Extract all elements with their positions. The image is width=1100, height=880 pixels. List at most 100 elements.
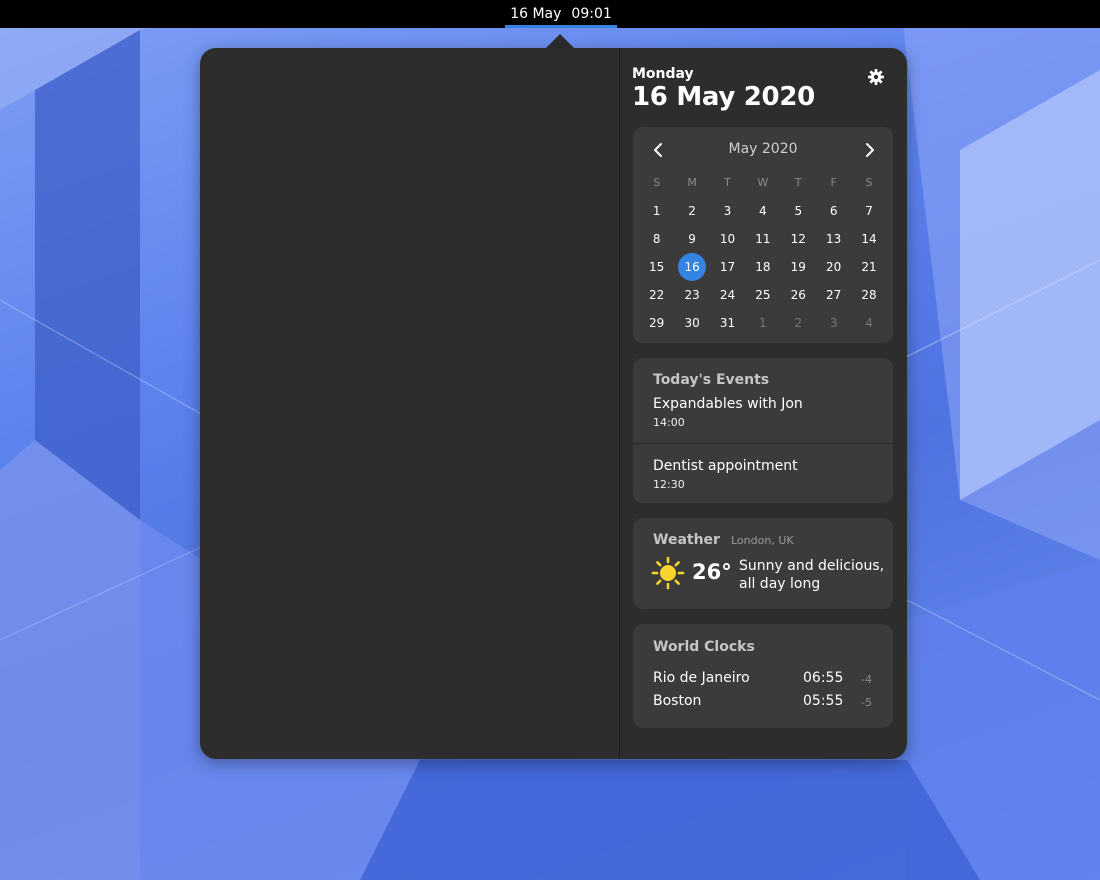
calendar-day-number: 25 <box>755 288 771 302</box>
calendar-day[interactable]: 15 <box>639 253 674 281</box>
notification-list <box>200 48 619 759</box>
calendar-day[interactable]: 26 <box>781 281 816 309</box>
calendar-day-number: 9 <box>688 232 696 246</box>
calendar-popover: Monday 16 May 2020 May 2020 S M T W T F … <box>200 48 907 759</box>
calendar-day-number: 18 <box>755 260 771 274</box>
calendar-day[interactable]: 12 <box>781 225 816 253</box>
calendar-day[interactable]: 3 <box>816 309 851 337</box>
calendar-day[interactable]: 6 <box>816 197 851 225</box>
calendar-day[interactable]: 4 <box>745 197 780 225</box>
calendar-day[interactable]: 9 <box>674 225 709 253</box>
calendar-day[interactable]: 14 <box>851 225 886 253</box>
weather-temperature: 26° <box>692 560 732 584</box>
calendar-day-number: 24 <box>719 288 736 302</box>
calendar-day-number: 31 <box>719 316 736 330</box>
calendar-day-number: 10 <box>719 232 736 246</box>
active-indicator <box>505 25 617 28</box>
calendar-day[interactable]: 31 <box>710 309 745 337</box>
calendar-month-label[interactable]: May 2020 <box>633 141 893 157</box>
calendar-day[interactable]: 4 <box>851 309 886 337</box>
calendar-week-row: 15 16 17 18 19 20 21 <box>639 253 887 281</box>
calendar-day-number: 8 <box>652 232 661 246</box>
weather-location: London, UK <box>731 534 794 547</box>
weekday-header: W <box>757 176 769 189</box>
gear-icon[interactable] <box>866 67 886 87</box>
calendar-day-number: 1 <box>759 316 767 330</box>
calendar-day-number: 27 <box>826 288 842 302</box>
full-date-label: 16 May 2020 <box>632 82 815 112</box>
calendar-day[interactable]: 1 <box>639 197 674 225</box>
calendar-day-number: 11 <box>755 232 771 246</box>
event-item[interactable]: Dentist appointment 12:30 <box>633 443 893 504</box>
calendar-day[interactable]: 19 <box>781 253 816 281</box>
calendar-day-number: 3 <box>723 204 732 218</box>
date-time-button[interactable]: 16 May 09:01 <box>505 0 617 28</box>
weather-section[interactable]: Weather London, UK 26° Sunny and delicio… <box>633 518 893 609</box>
calendar-day-number: 5 <box>794 204 803 218</box>
calendar-day-number: 4 <box>759 204 767 218</box>
calendar-day-number: 12 <box>790 232 806 246</box>
event-time: 14:00 <box>653 416 685 429</box>
popover-arrow <box>546 34 574 48</box>
calendar-day[interactable]: 28 <box>851 281 886 309</box>
topbar-date: 16 May <box>510 6 562 22</box>
world-clock-row: Rio de Janeiro 06:55 -4 <box>633 668 893 690</box>
calendar-day-today[interactable]: 16 <box>674 253 709 281</box>
sun-icon <box>651 556 685 590</box>
calendar-day[interactable]: 2 <box>674 197 709 225</box>
weekday-header: S <box>865 176 873 189</box>
calendar-day[interactable]: 25 <box>745 281 780 309</box>
clock-city: Rio de Janeiro <box>653 670 750 686</box>
calendar-day[interactable]: 30 <box>674 309 709 337</box>
clock-time: 05:55 <box>803 693 844 709</box>
calendar-day[interactable]: 24 <box>710 281 745 309</box>
events-title: Today's Events <box>653 372 770 388</box>
calendar-week-row: 1 2 3 4 5 6 7 <box>639 197 887 225</box>
events-section[interactable]: Today's Events Expandables with Jon 14:0… <box>633 358 893 503</box>
event-name: Dentist appointment <box>653 458 798 474</box>
calendar-week-row: 29 30 31 1 2 3 4 <box>639 309 887 337</box>
chevron-right-icon[interactable] <box>858 141 880 159</box>
calendar-column: Monday 16 May 2020 May 2020 S M T W T F … <box>620 48 907 759</box>
event-name: Expandables with Jon <box>653 396 803 412</box>
calendar-day[interactable]: 22 <box>639 281 674 309</box>
calendar-day[interactable]: 2 <box>781 309 816 337</box>
calendar-day-number: 23 <box>684 288 700 302</box>
calendar-day[interactable]: 18 <box>745 253 780 281</box>
calendar-day-number: 16 <box>684 260 700 274</box>
clock-offset: -4 <box>861 673 872 686</box>
world-clocks-title: World Clocks <box>653 639 755 655</box>
calendar-day[interactable]: 27 <box>816 281 851 309</box>
weekday-label: Monday <box>632 66 694 82</box>
calendar-day-number: 2 <box>794 316 803 330</box>
calendar-day[interactable]: 3 <box>710 197 745 225</box>
calendar-day[interactable]: 1 <box>745 309 780 337</box>
calendar-day[interactable]: 8 <box>639 225 674 253</box>
calendar-day-number: 14 <box>861 232 877 246</box>
world-clocks-section[interactable]: World Clocks Rio de Janeiro 06:55 -4 Bos… <box>633 624 893 728</box>
calendar-day[interactable]: 10 <box>710 225 745 253</box>
calendar-day-number: 4 <box>865 316 873 330</box>
clock-offset: -5 <box>861 696 872 709</box>
weekday-header: T <box>794 176 802 189</box>
calendar-day[interactable]: 23 <box>674 281 709 309</box>
weekday-header: F <box>830 176 837 189</box>
calendar-day[interactable]: 7 <box>851 197 886 225</box>
top-bar: 16 May 09:01 <box>0 0 1100 28</box>
event-item[interactable]: Expandables with Jon 14:00 <box>633 394 893 442</box>
calendar-day[interactable]: 20 <box>816 253 851 281</box>
month-calendar: May 2020 S M T W T F S 1 2 3 4 5 6 7 8 9 10 11 12 13… <box>633 127 893 343</box>
calendar-day[interactable]: 11 <box>745 225 780 253</box>
calendar-day[interactable]: 13 <box>816 225 851 253</box>
calendar-header: May 2020 <box>633 127 893 171</box>
calendar-day[interactable]: 5 <box>781 197 816 225</box>
calendar-week-row: 8 9 10 11 12 13 14 <box>639 225 887 253</box>
calendar-day[interactable]: 29 <box>639 309 674 337</box>
event-time: 12:30 <box>653 478 685 491</box>
weekday-header: T <box>724 176 731 189</box>
calendar-day[interactable]: 17 <box>710 253 745 281</box>
weekday-header: S <box>653 176 661 189</box>
calendar-day-number: 6 <box>829 204 838 218</box>
calendar-day[interactable]: 21 <box>851 253 886 281</box>
weather-description: Sunny and delicious, all day long <box>739 558 885 592</box>
